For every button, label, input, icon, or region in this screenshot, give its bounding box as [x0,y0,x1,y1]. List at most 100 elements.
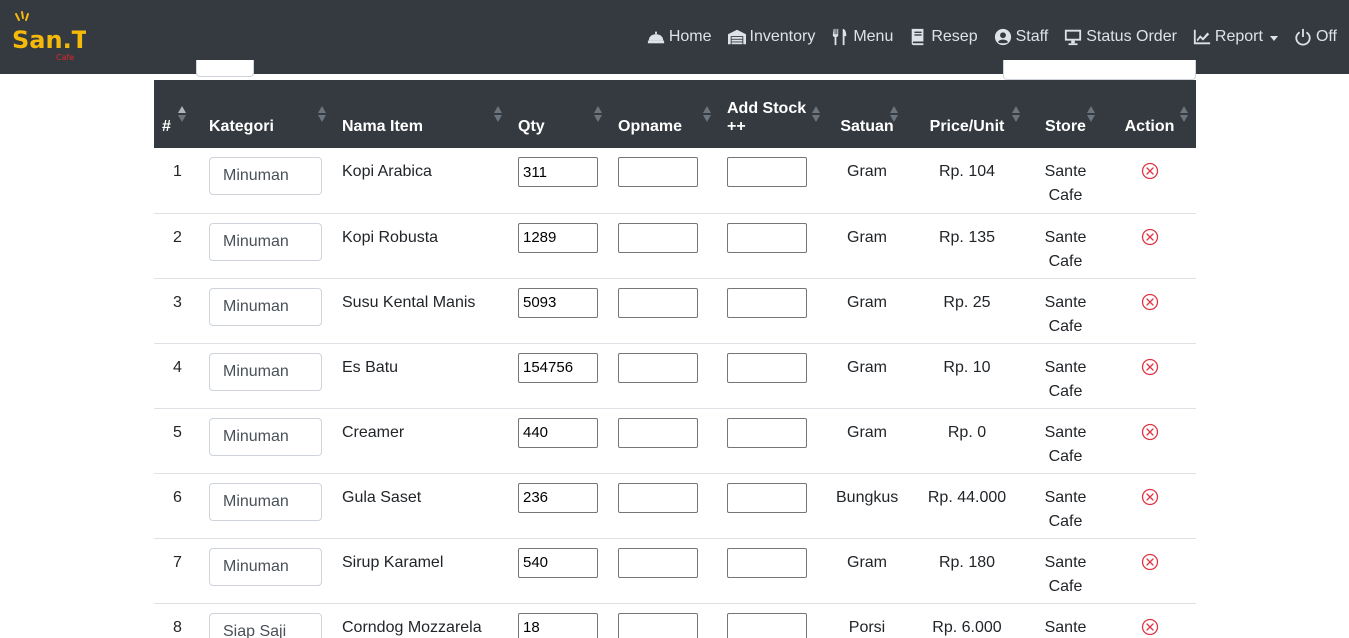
store-name-line1: Sante [1044,293,1087,311]
kategori-input[interactable]: Minuman [209,157,322,195]
table-body: 1 Minuman Kopi Arabica Gram Rp. 104 Sant… [154,148,1196,638]
col-header-add-stock[interactable]: Add Stock ++ [719,80,828,148]
nav-home[interactable]: Home [647,28,712,46]
kategori-input[interactable]: Minuman [209,352,322,391]
delete-icon[interactable] [1141,488,1159,506]
opname-input[interactable] [618,482,698,513]
delete-icon[interactable] [1141,358,1159,376]
col-header-satuan[interactable]: Satuan [828,80,906,148]
table-row: 2 Minuman Kopi Robusta Gram Rp. 135 Sant… [154,213,1196,278]
add-stock-input[interactable] [727,612,807,638]
opname-input[interactable] [618,352,698,383]
nav-logout[interactable]: Off [1294,28,1337,46]
opname-input[interactable] [618,222,698,253]
opname-input[interactable] [618,287,698,318]
opname-input[interactable] [618,157,698,187]
qty-input[interactable] [518,157,598,187]
sort-icon [178,106,186,122]
brand-logo[interactable]: San.Te Cafe [10,10,101,64]
qty-input[interactable] [518,352,598,383]
chevron-down-icon [1269,35,1278,41]
nama-item-cell: Susu Kental Manis [342,293,476,311]
col-header-qty-label: Qty [518,118,545,135]
col-header-no[interactable]: # [154,80,201,148]
main-nav: Home Inventory Menu Resep Staff Status O… [631,0,1349,74]
price-cell: Rp. 6.000 [932,618,1002,636]
col-header-no-label: # [162,118,171,135]
nama-item-cell: Gula Saset [342,488,422,506]
delete-icon[interactable] [1141,293,1159,311]
store-name-line2: Cafe [1048,252,1083,270]
add-stock-input[interactable] [727,157,807,187]
nav-inventory[interactable]: Inventory [727,28,816,46]
col-header-opname[interactable]: Opname [610,80,719,148]
delete-icon[interactable] [1141,228,1159,246]
col-header-nama-item[interactable]: Nama Item [334,80,510,148]
add-stock-input[interactable] [727,417,807,448]
row-number: 5 [173,423,182,441]
col-header-action[interactable]: Action [1103,80,1196,148]
delete-icon[interactable] [1141,553,1159,571]
nav-resep[interactable]: Resep [909,28,978,46]
table-search-input[interactable] [1003,60,1196,80]
kategori-input[interactable]: Minuman [209,547,322,586]
delete-icon[interactable] [1141,618,1159,636]
add-stock-cell [719,473,828,538]
utensils-icon [833,28,847,46]
action-cell [1103,213,1196,278]
qty-input[interactable] [518,417,598,448]
row-number: 4 [173,358,182,376]
qty-input[interactable] [518,287,598,318]
kategori-cell: Minuman [201,408,334,473]
nav-report-dropdown[interactable]: Report [1193,28,1278,46]
store-name-line1: Sante [1044,488,1087,506]
table-row: 3 Minuman Susu Kental Manis Gram Rp. 25 … [154,278,1196,343]
col-header-kategori[interactable]: Kategori [201,80,334,148]
kategori-input[interactable]: Siap Saji [209,612,322,638]
kategori-input[interactable]: Minuman [209,482,322,521]
price-cell: Rp. 10 [943,358,991,376]
home-icon [647,31,664,44]
add-stock-input[interactable] [727,222,807,253]
add-stock-input[interactable] [727,352,807,383]
nav-inventory-label: Inventory [749,28,816,45]
qty-input[interactable] [518,547,598,578]
add-stock-input[interactable] [727,287,807,318]
opname-input[interactable] [618,547,698,578]
row-number: 8 [173,618,182,636]
opname-input[interactable] [618,612,698,638]
add-stock-input[interactable] [727,482,807,513]
qty-input[interactable] [518,612,598,638]
kategori-cell: Siap Saji [201,603,334,638]
store-cell: Sante Cafe [1028,408,1103,473]
nama-item-cell: Corndog Mozzarela [342,618,482,636]
nav-staff-label: Staff [1015,28,1049,45]
col-header-qty[interactable]: Qty [510,80,610,148]
kategori-input[interactable]: Minuman [209,222,322,261]
col-header-store[interactable]: Store [1028,80,1103,148]
inventory-table: # Kategori Nama Item Qty Opname Add Stoc… [154,80,1196,638]
nav-status-order[interactable]: Status Order [1064,28,1177,46]
kategori-input[interactable]: Minuman [209,417,322,456]
price-cell: Rp. 104 [938,163,996,180]
delete-icon[interactable] [1141,162,1159,180]
sort-icon [890,106,898,122]
col-header-action-label: Action [1124,118,1175,135]
entries-select[interactable] [196,60,254,77]
store-name-line2: Cafe [1048,187,1083,204]
nav-staff[interactable]: Staff [994,28,1049,46]
sort-icon [318,106,326,122]
opname-input[interactable] [618,417,698,448]
action-cell [1103,473,1196,538]
add-stock-input[interactable] [727,547,807,578]
qty-input[interactable] [518,482,598,513]
delete-icon[interactable] [1141,423,1159,441]
qty-input[interactable] [518,222,598,253]
col-header-nama-label: Nama Item [342,118,423,135]
nama-item-cell: Kopi Arabica [342,163,432,180]
add-stock-cell [719,278,828,343]
kategori-cell: Minuman [201,343,334,408]
kategori-input[interactable]: Minuman [209,287,322,326]
col-header-price[interactable]: Price/Unit [906,80,1028,148]
nav-menu[interactable]: Menu [831,28,893,46]
